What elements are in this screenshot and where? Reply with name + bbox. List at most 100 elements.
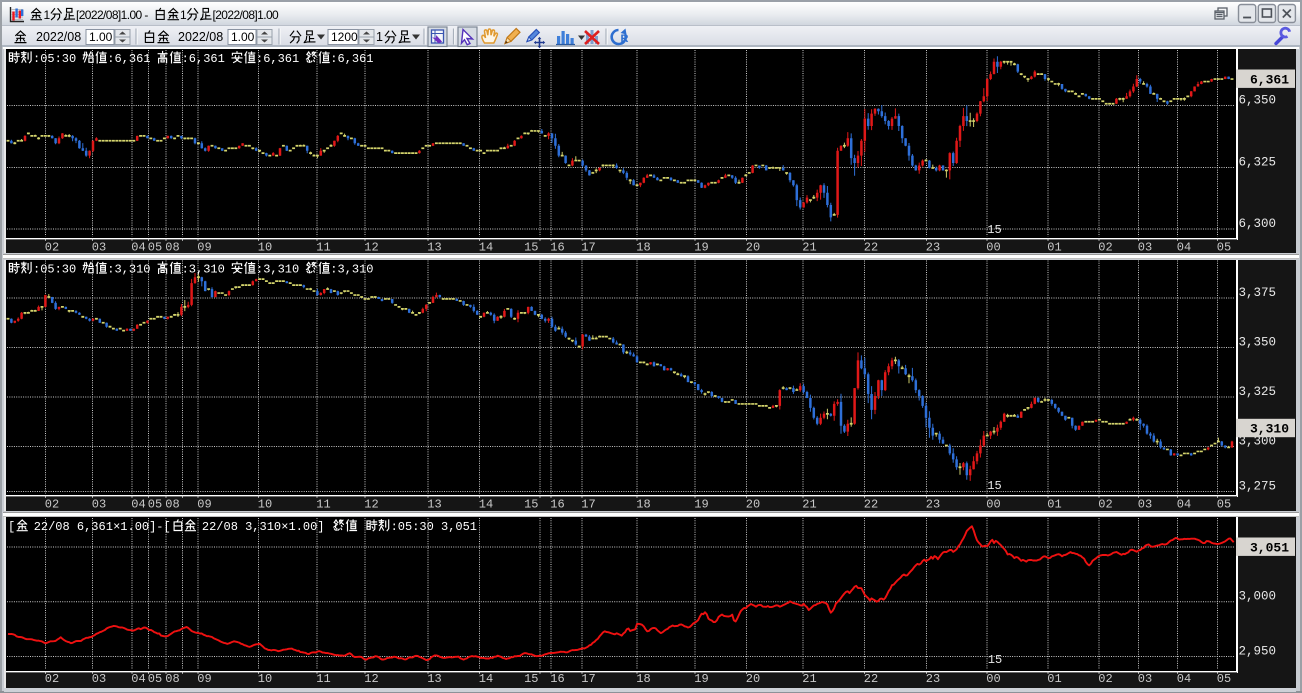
svg-text::6,361: :6,361 (256, 52, 299, 66)
svg-text::3,310: :3,310 (330, 262, 373, 276)
svg-text:6,300: 6,300 (1239, 217, 1277, 231)
svg-text:05: 05 (148, 497, 162, 511)
svg-text:15: 15 (524, 497, 538, 511)
svg-text::05:30 3,051: :05:30 3,051 (391, 520, 477, 534)
svg-text:3,000: 3,000 (1239, 590, 1277, 604)
svg-text:3,051: 3,051 (1250, 540, 1289, 555)
svg-text:15: 15 (524, 672, 538, 686)
svg-text:04: 04 (1177, 240, 1191, 254)
svg-text:[2022/08]1.00 -: [2022/08]1.00 - (76, 8, 148, 22)
svg-text:03: 03 (92, 497, 106, 511)
svg-text:14: 14 (479, 672, 493, 686)
svg-text:1.00: 1.00 (89, 30, 113, 44)
svg-text:1: 1 (44, 8, 51, 22)
svg-text:2022/08: 2022/08 (178, 30, 223, 44)
svg-text:[2022/08]1.00: [2022/08]1.00 (213, 8, 280, 22)
svg-text:02: 02 (1098, 497, 1112, 511)
svg-text:00: 00 (986, 672, 1000, 686)
svg-text:6,361: 6,361 (1250, 72, 1289, 87)
svg-text:18: 18 (636, 672, 650, 686)
svg-text:×1.00]-[: ×1.00]-[ (113, 520, 171, 534)
svg-text:2022/08: 2022/08 (36, 30, 81, 44)
svg-text:3,350: 3,350 (1239, 335, 1277, 349)
svg-text:17: 17 (581, 497, 595, 511)
svg-text:08: 08 (165, 240, 179, 254)
svg-text:21: 21 (802, 240, 816, 254)
svg-text:09: 09 (197, 240, 211, 254)
svg-text::3,310: :3,310 (107, 262, 150, 276)
svg-text:3,325: 3,325 (1239, 385, 1277, 399)
svg-text:05: 05 (1217, 672, 1231, 686)
svg-text:15: 15 (987, 223, 1001, 237)
svg-text:05: 05 (1217, 240, 1231, 254)
svg-text:13: 13 (427, 240, 441, 254)
svg-text:19: 19 (694, 672, 708, 686)
svg-text:09: 09 (197, 672, 211, 686)
svg-text:14: 14 (479, 497, 493, 511)
svg-text:16: 16 (550, 240, 564, 254)
svg-text:08: 08 (165, 497, 179, 511)
svg-text:6,325: 6,325 (1239, 155, 1277, 169)
svg-text:23: 23 (926, 497, 940, 511)
svg-text:03: 03 (92, 240, 106, 254)
svg-text:11: 11 (316, 672, 330, 686)
svg-text:19: 19 (694, 497, 708, 511)
svg-text:R: R (621, 33, 629, 45)
svg-text:22: 22 (864, 497, 878, 511)
svg-text:12: 12 (364, 672, 378, 686)
svg-text:03: 03 (1138, 497, 1152, 511)
svg-text:16: 16 (550, 672, 564, 686)
svg-text:13: 13 (427, 497, 441, 511)
svg-text:12: 12 (364, 240, 378, 254)
svg-text:15: 15 (988, 653, 1002, 667)
svg-text:3,375: 3,375 (1239, 286, 1277, 300)
svg-text:23: 23 (926, 240, 940, 254)
svg-text::05:30: :05:30 (33, 52, 76, 66)
svg-text::6,361: :6,361 (330, 52, 373, 66)
svg-text:2,950: 2,950 (1239, 644, 1277, 658)
svg-text:01: 01 (1047, 672, 1061, 686)
svg-text:17: 17 (581, 240, 595, 254)
svg-text:01: 01 (1047, 497, 1061, 511)
svg-text:04: 04 (1177, 497, 1191, 511)
svg-text:3,275: 3,275 (1239, 479, 1277, 493)
svg-text:03: 03 (1138, 672, 1152, 686)
svg-text:10: 10 (258, 240, 272, 254)
svg-text:02: 02 (1098, 240, 1112, 254)
svg-text:15: 15 (987, 479, 1001, 493)
svg-text::6,361: :6,361 (107, 52, 150, 66)
svg-text:1.00: 1.00 (231, 30, 255, 44)
svg-text:×1.00]: ×1.00] (281, 520, 324, 534)
svg-text:00: 00 (986, 497, 1000, 511)
svg-text:08: 08 (165, 672, 179, 686)
svg-text::05:30: :05:30 (33, 262, 76, 276)
svg-text:16: 16 (550, 497, 564, 511)
svg-text:00: 00 (986, 240, 1000, 254)
svg-text:13: 13 (427, 672, 441, 686)
svg-text:14: 14 (479, 240, 493, 254)
svg-text:22/08 6,361: 22/08 6,361 (34, 520, 113, 534)
svg-text:1: 1 (376, 30, 383, 44)
svg-text:20: 20 (746, 672, 760, 686)
svg-text:18: 18 (636, 497, 650, 511)
svg-text:22: 22 (864, 240, 878, 254)
svg-text:09: 09 (197, 497, 211, 511)
svg-text:03: 03 (92, 672, 106, 686)
svg-text:05: 05 (148, 672, 162, 686)
svg-text:02: 02 (45, 672, 59, 686)
svg-text:11: 11 (316, 240, 330, 254)
svg-text:05: 05 (148, 240, 162, 254)
svg-text:3,310: 3,310 (1250, 422, 1289, 437)
svg-text:1200: 1200 (331, 30, 358, 44)
svg-text:03: 03 (1138, 240, 1152, 254)
svg-text:1: 1 (180, 8, 187, 22)
svg-text:10: 10 (258, 497, 272, 511)
svg-text:15: 15 (524, 240, 538, 254)
svg-text:02: 02 (45, 497, 59, 511)
svg-text:11: 11 (316, 497, 330, 511)
svg-text:23: 23 (926, 672, 940, 686)
svg-text:04: 04 (131, 497, 145, 511)
svg-text:02: 02 (45, 240, 59, 254)
svg-text:20: 20 (746, 497, 760, 511)
svg-text:6,350: 6,350 (1239, 93, 1277, 107)
